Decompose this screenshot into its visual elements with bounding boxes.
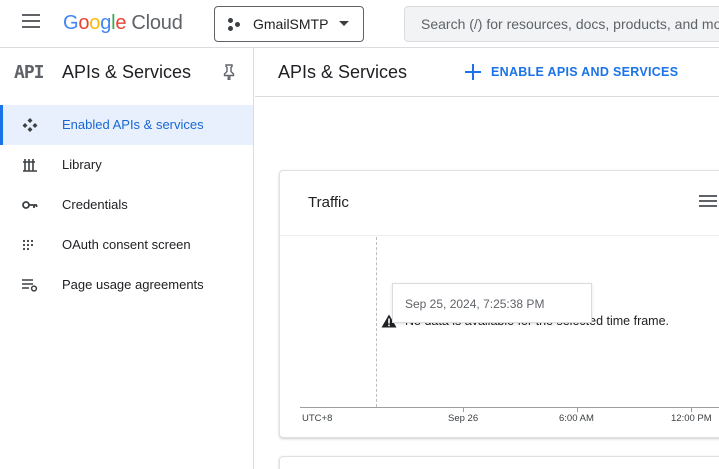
project-picker[interactable]: GmailSMTP	[214, 6, 364, 42]
sidebar: API APIs & Services Enabled APIs & servi…	[0, 48, 254, 469]
enabled-apis-icon	[22, 118, 38, 132]
library-icon	[23, 159, 37, 172]
sidebar-title: APIs & Services	[62, 62, 192, 82]
x-axis-tick	[577, 407, 578, 412]
x-axis	[300, 407, 719, 408]
sidebar-item-page-usage[interactable]: Page usage agreements	[0, 265, 253, 305]
top-bar: Google Cloud GmailSMTP Search (/) for res…	[0, 0, 719, 48]
traffic-card: Traffic UTC+8 Sep 26 6:00 AM 12:00 PM No…	[279, 170, 719, 438]
sidebar-item-label: Page usage agreements	[62, 277, 204, 292]
sidebar-item-credentials[interactable]: Credentials	[0, 185, 253, 225]
tooltip-timestamp: Sep 25, 2024, 7:25:38 PM	[405, 297, 545, 311]
chevron-down-icon	[339, 21, 349, 26]
enable-apis-button[interactable]: ENABLE APIS AND SERVICES	[465, 60, 678, 84]
sidebar-item-label: Library	[62, 157, 102, 172]
pin-icon[interactable]	[222, 64, 236, 80]
x-axis-label: 12:00 PM	[671, 413, 712, 424]
x-axis-label: Sep 26	[448, 413, 479, 424]
sidebar-item-oauth-consent[interactable]: OAuth consent screen	[0, 225, 253, 265]
x-axis-tick	[691, 407, 692, 412]
enable-apis-label: ENABLE APIS AND SERVICES	[491, 65, 679, 79]
legend-toggle-icon[interactable]	[699, 195, 717, 211]
x-axis-label: UTC+8	[302, 413, 333, 424]
chart-tooltip: Sep 25, 2024, 7:25:38 PM	[392, 283, 592, 323]
sidebar-item-label: Enabled APIs & services	[62, 117, 204, 132]
project-icon	[227, 16, 243, 32]
sidebar-item-enabled-apis[interactable]: Enabled APIs & services	[0, 105, 253, 145]
menu-icon[interactable]	[22, 14, 42, 34]
oauth-consent-icon	[22, 239, 34, 251]
sidebar-item-library[interactable]: Library	[0, 145, 253, 185]
api-mark-icon: API	[14, 62, 44, 83]
search-input[interactable]: Search (/) for resources, docs, products…	[404, 6, 719, 42]
x-axis-tick	[463, 407, 464, 412]
x-axis-label: 6:00 AM	[559, 413, 594, 424]
key-icon	[22, 201, 38, 209]
project-name: GmailSMTP	[253, 16, 329, 32]
page-title: APIs & Services	[278, 62, 408, 82]
main-header: APIs & Services ENABLE APIS AND SERVICES	[255, 48, 719, 97]
plus-icon	[465, 64, 481, 80]
sidebar-item-label: Credentials	[62, 197, 128, 212]
traffic-card-title: Traffic	[308, 194, 349, 211]
hover-line	[376, 237, 377, 407]
sidebar-header: API APIs & Services	[0, 48, 253, 96]
page-usage-icon	[22, 279, 38, 292]
sidebar-item-label: OAuth consent screen	[62, 237, 191, 252]
second-card	[279, 456, 719, 469]
google-cloud-logo[interactable]: Google Cloud	[63, 12, 183, 35]
card-divider	[280, 235, 719, 236]
